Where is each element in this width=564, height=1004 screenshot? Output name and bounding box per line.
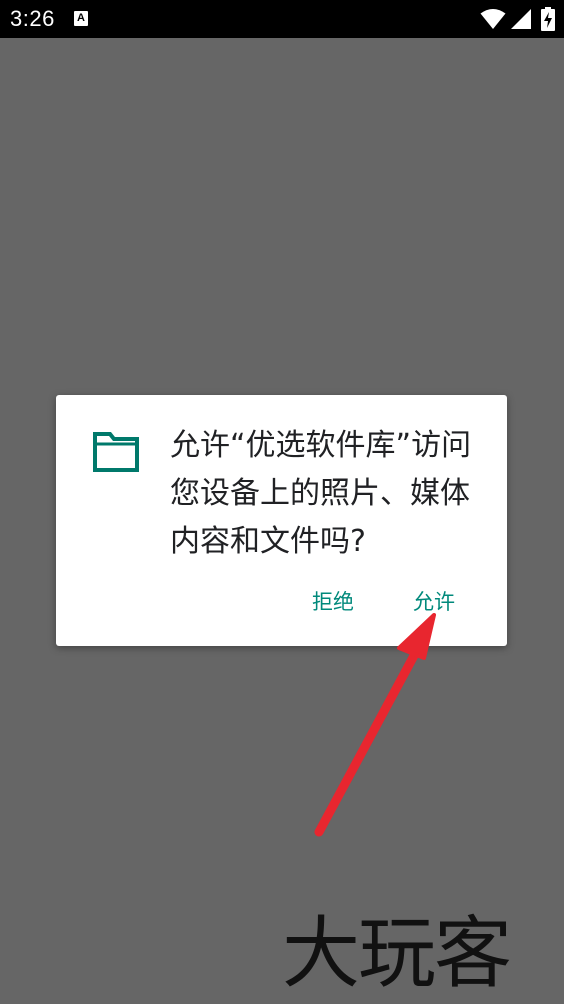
annotation-arrow [314,613,436,837]
screen: 3:26 A 允许“优选软件库”访问您设备上的照片、媒体内容和文件吗? 拒绝 允… [0,0,564,1004]
watermark: 大玩客 [282,909,512,999]
